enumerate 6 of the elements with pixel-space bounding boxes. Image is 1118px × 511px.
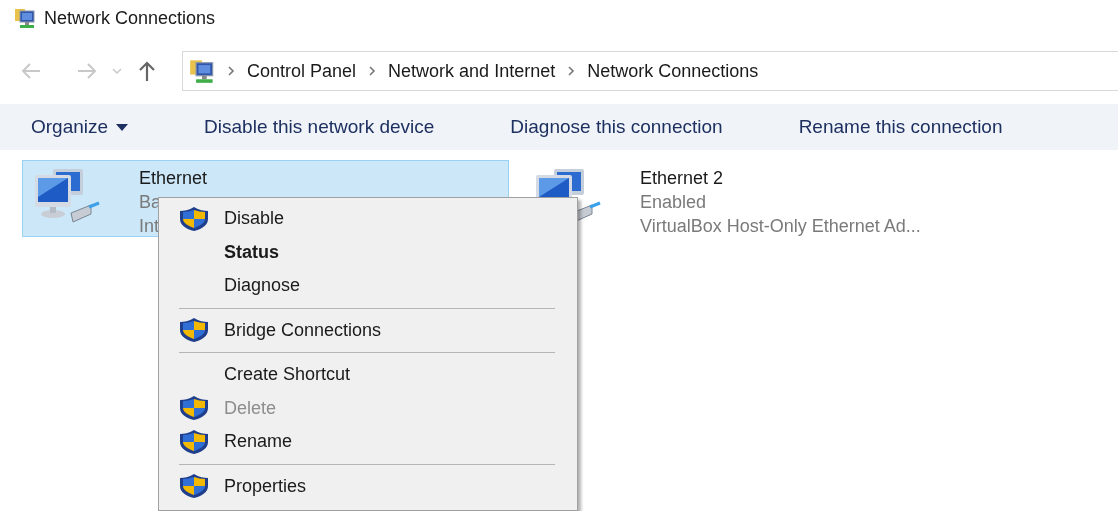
connection-name: Ethernet	[139, 166, 208, 190]
adapter-name: Int	[139, 214, 159, 238]
window-title: Network Connections	[44, 6, 216, 30]
adapter-name: VirtualBox Host-Only Ethernet Ad...	[640, 214, 921, 238]
connection-name: Ethernet 2	[640, 166, 724, 190]
connection-status: Enabled	[640, 190, 707, 214]
